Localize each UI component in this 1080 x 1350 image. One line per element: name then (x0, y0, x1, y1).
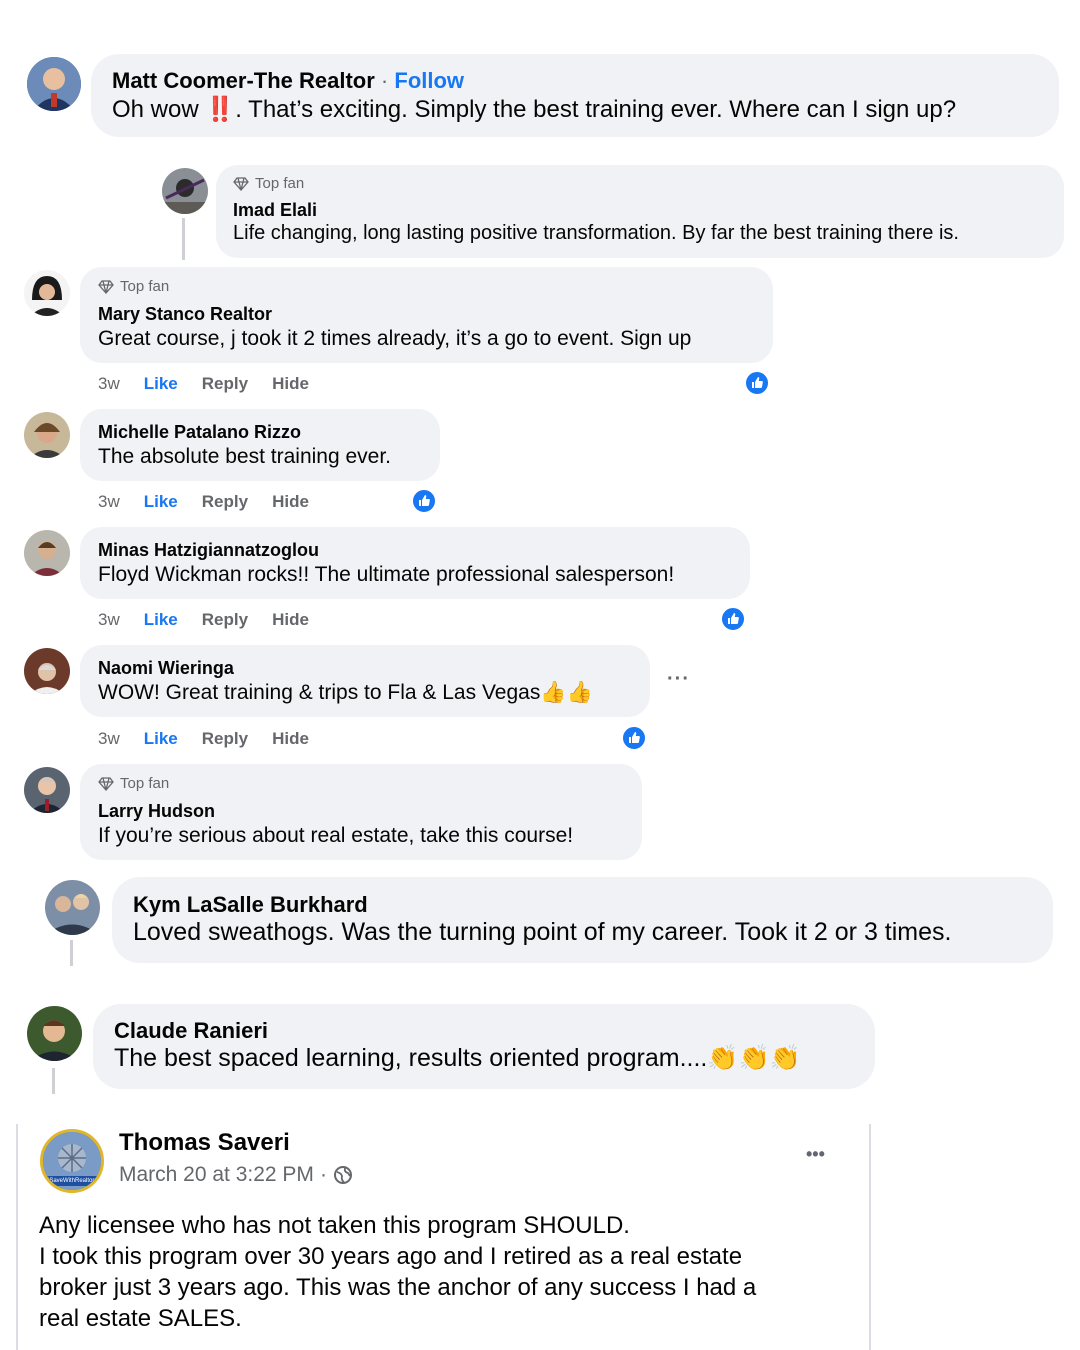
like-button[interactable]: Like (144, 610, 178, 630)
thumbs-up-icon[interactable] (720, 606, 746, 632)
comment-bubble: Matt Coomer-The Realtor · Follow Oh wow … (91, 54, 1059, 137)
comment-text-end: . That’s exciting. Simply the best train… (235, 96, 957, 123)
globe-icon (333, 1166, 352, 1184)
comment-text: WOW! Great training & trips to Fla & Las… (98, 681, 593, 704)
more-options-icon[interactable]: ••• (806, 1144, 825, 1165)
top-fan-label: Top fan (120, 278, 170, 295)
avatar[interactable] (24, 412, 70, 458)
top-fan-badge: Top fan (233, 175, 304, 192)
comment-text: The absolute best training ever. (98, 445, 392, 468)
commenter-name[interactable]: Kym LaSalle Burkhard (133, 892, 368, 918)
post-text-line: broker just 3 years ago. This was the an… (39, 1274, 757, 1301)
thread-line (182, 218, 185, 260)
comment-bubble: Top fan Imad Elali Life changing, long l… (216, 165, 1064, 258)
comment-bubble: Top fan Larry Hudson If you’re serious a… (80, 764, 642, 860)
commenter-name[interactable]: Mary Stanco Realtor (98, 304, 272, 325)
like-button[interactable]: Like (144, 374, 178, 394)
top-fan-label: Top fan (120, 775, 170, 792)
follow-link[interactable]: Follow (394, 68, 464, 93)
reply-button[interactable]: Reply (202, 729, 248, 749)
comment-bubble: Kym LaSalle Burkhard Loved sweathogs. Wa… (112, 877, 1053, 963)
comment-text: The best spaced learning, results orient… (114, 1044, 801, 1072)
comment-text: Great course, j took it 2 times already,… (98, 327, 692, 350)
post-body: Any licensee who has not taken this prog… (39, 1210, 756, 1334)
top-fan-badge: Top fan (98, 775, 169, 792)
avatar[interactable] (162, 168, 208, 214)
comment-text: Oh wow ‼️. That’s exciting. Simply the b… (112, 95, 956, 124)
avatar[interactable] (24, 767, 70, 813)
commenter-name[interactable]: Minas Hatzigiannatzoglou (98, 540, 319, 561)
comment-text: Loved sweathogs. Was the turning point o… (133, 918, 952, 946)
thumbs-up-icon[interactable] (621, 725, 647, 751)
commenter-name[interactable]: Imad Elali (233, 200, 317, 221)
double-exclamation-emoji: ‼️ (205, 96, 236, 123)
poster-name[interactable]: Thomas Saveri (119, 1129, 290, 1157)
comment-bubble: Naomi Wieringa WOW! Great training & tri… (80, 645, 650, 717)
avatar[interactable] (24, 648, 70, 694)
diamond-icon (233, 176, 249, 191)
commenter-name[interactable]: Matt Coomer-The Realtor (112, 68, 375, 93)
comment-bubble: Minas Hatzigiannatzoglou Floyd Wickman r… (80, 527, 750, 599)
timestamp[interactable]: 3w (98, 610, 120, 630)
post-meta: March 20 at 3:22 PM · (119, 1163, 353, 1187)
reply-button[interactable]: Reply (202, 610, 248, 630)
post-card: #SaveWithRealtor Thomas Saveri March 20 … (16, 1124, 871, 1350)
avatar[interactable] (24, 270, 70, 316)
commenter-name[interactable]: Naomi Wieringa (98, 658, 234, 679)
reply-button[interactable]: Reply (202, 492, 248, 512)
commenter-name[interactable]: Claude Ranieri (114, 1018, 268, 1044)
hide-button[interactable]: Hide (272, 729, 309, 749)
avatar[interactable] (45, 880, 100, 935)
post-text-line: Any licensee who has not taken this prog… (39, 1212, 630, 1239)
hide-button[interactable]: Hide (272, 374, 309, 394)
hide-button[interactable]: Hide (272, 492, 309, 512)
commenter-name[interactable]: Larry Hudson (98, 801, 215, 822)
comment-bubble: Michelle Patalano Rizzo The absolute bes… (80, 409, 440, 481)
diamond-icon (98, 776, 114, 791)
avatar-caption: #SaveWithRealtor (46, 1178, 95, 1184)
commenter-name[interactable]: Michelle Patalano Rizzo (98, 422, 301, 443)
separator: · (380, 68, 389, 93)
more-options-icon[interactable]: ··· (667, 668, 690, 691)
avatar[interactable] (24, 530, 70, 576)
avatar[interactable] (27, 57, 81, 111)
hide-button[interactable]: Hide (272, 610, 309, 630)
comment-bubble: Claude Ranieri The best spaced learning,… (93, 1004, 875, 1089)
avatar[interactable] (27, 1006, 82, 1061)
top-fan-badge: Top fan (98, 278, 169, 295)
comment-text: If you’re serious about real estate, tak… (98, 824, 574, 847)
post-text-line: I took this program over 30 years ago an… (39, 1243, 743, 1270)
timestamp[interactable]: 3w (98, 374, 120, 394)
post-text-line: real estate SALES. (39, 1305, 242, 1332)
like-button[interactable]: Like (144, 492, 178, 512)
comment-bubble: Top fan Mary Stanco Realtor Great course… (80, 267, 773, 363)
top-fan-label: Top fan (255, 175, 305, 192)
thumbs-up-icon[interactable] (411, 488, 437, 514)
comment-actions: 3w Like Reply Hide (98, 374, 309, 394)
comment-actions: 3w Like Reply Hide (98, 729, 309, 749)
avatar[interactable]: #SaveWithRealtor (40, 1129, 104, 1193)
like-button[interactable]: Like (144, 729, 178, 749)
comment-text: Floyd Wickman rocks!! The ultimate profe… (98, 563, 675, 586)
diamond-icon (98, 279, 114, 294)
thumbs-up-icon[interactable] (744, 370, 770, 396)
reply-button[interactable]: Reply (202, 374, 248, 394)
separator: · (319, 1163, 327, 1186)
timestamp[interactable]: 3w (98, 729, 120, 749)
post-date[interactable]: March 20 at 3:22 PM (119, 1163, 314, 1187)
comment-actions: 3w Like Reply Hide (98, 492, 309, 512)
timestamp[interactable]: 3w (98, 492, 120, 512)
comment-actions: 3w Like Reply Hide (98, 610, 309, 630)
thread-line (52, 1068, 55, 1094)
comment-text-start: Oh wow (112, 96, 206, 123)
comment-text: Life changing, long lasting positive tra… (233, 222, 959, 244)
thread-line (70, 940, 73, 966)
